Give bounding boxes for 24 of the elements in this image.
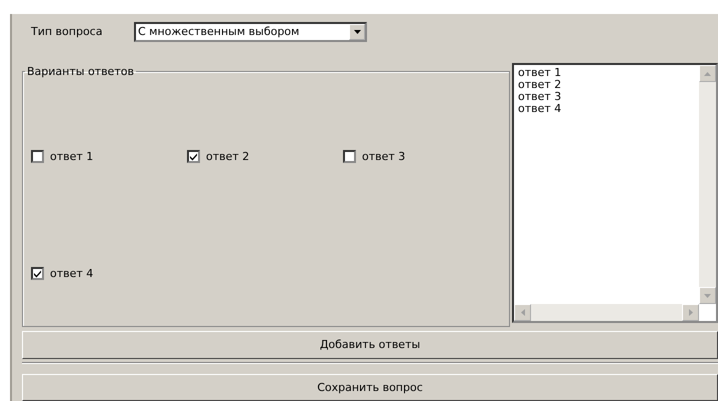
scroll-right-icon[interactable] xyxy=(682,304,699,322)
list-item[interactable]: ответ 4 xyxy=(518,103,695,116)
question-type-label: Тип вопроса xyxy=(31,25,104,38)
scroll-down-icon[interactable] xyxy=(699,287,716,304)
list-item[interactable]: ответ 1 xyxy=(518,67,695,80)
horizontal-scrollbar[interactable] xyxy=(514,304,699,322)
answer-checkbox[interactable]: ответ 3 xyxy=(343,150,499,164)
scroll-up-icon[interactable] xyxy=(699,65,716,82)
checkbox-icon[interactable] xyxy=(31,150,44,164)
vertical-scrollbar[interactable] xyxy=(699,65,716,304)
add-answers-button[interactable]: Добавить ответы xyxy=(22,331,718,359)
answer-checkbox[interactable]: ответ 4 xyxy=(31,267,187,280)
checkbox-icon[interactable] xyxy=(187,150,200,164)
answers-listbox[interactable]: ответ 1 ответ 2 ответ 3 ответ 4 xyxy=(512,63,718,324)
scroll-left-icon[interactable] xyxy=(514,304,531,322)
checkbox-icon[interactable] xyxy=(31,267,44,280)
save-question-button[interactable]: Сохранить вопрос xyxy=(22,374,718,401)
answer-checkbox[interactable]: ответ 2 xyxy=(187,150,343,164)
groupbox-title: Варианты ответов xyxy=(26,65,135,78)
question-type-dropdown[interactable]: С множественным выбором xyxy=(134,22,367,42)
list-item[interactable]: ответ 3 xyxy=(518,91,695,104)
list-item[interactable]: ответ 2 xyxy=(518,79,695,92)
answer-checkbox[interactable]: ответ 1 xyxy=(31,150,187,164)
checkbox-icon[interactable] xyxy=(343,150,356,164)
